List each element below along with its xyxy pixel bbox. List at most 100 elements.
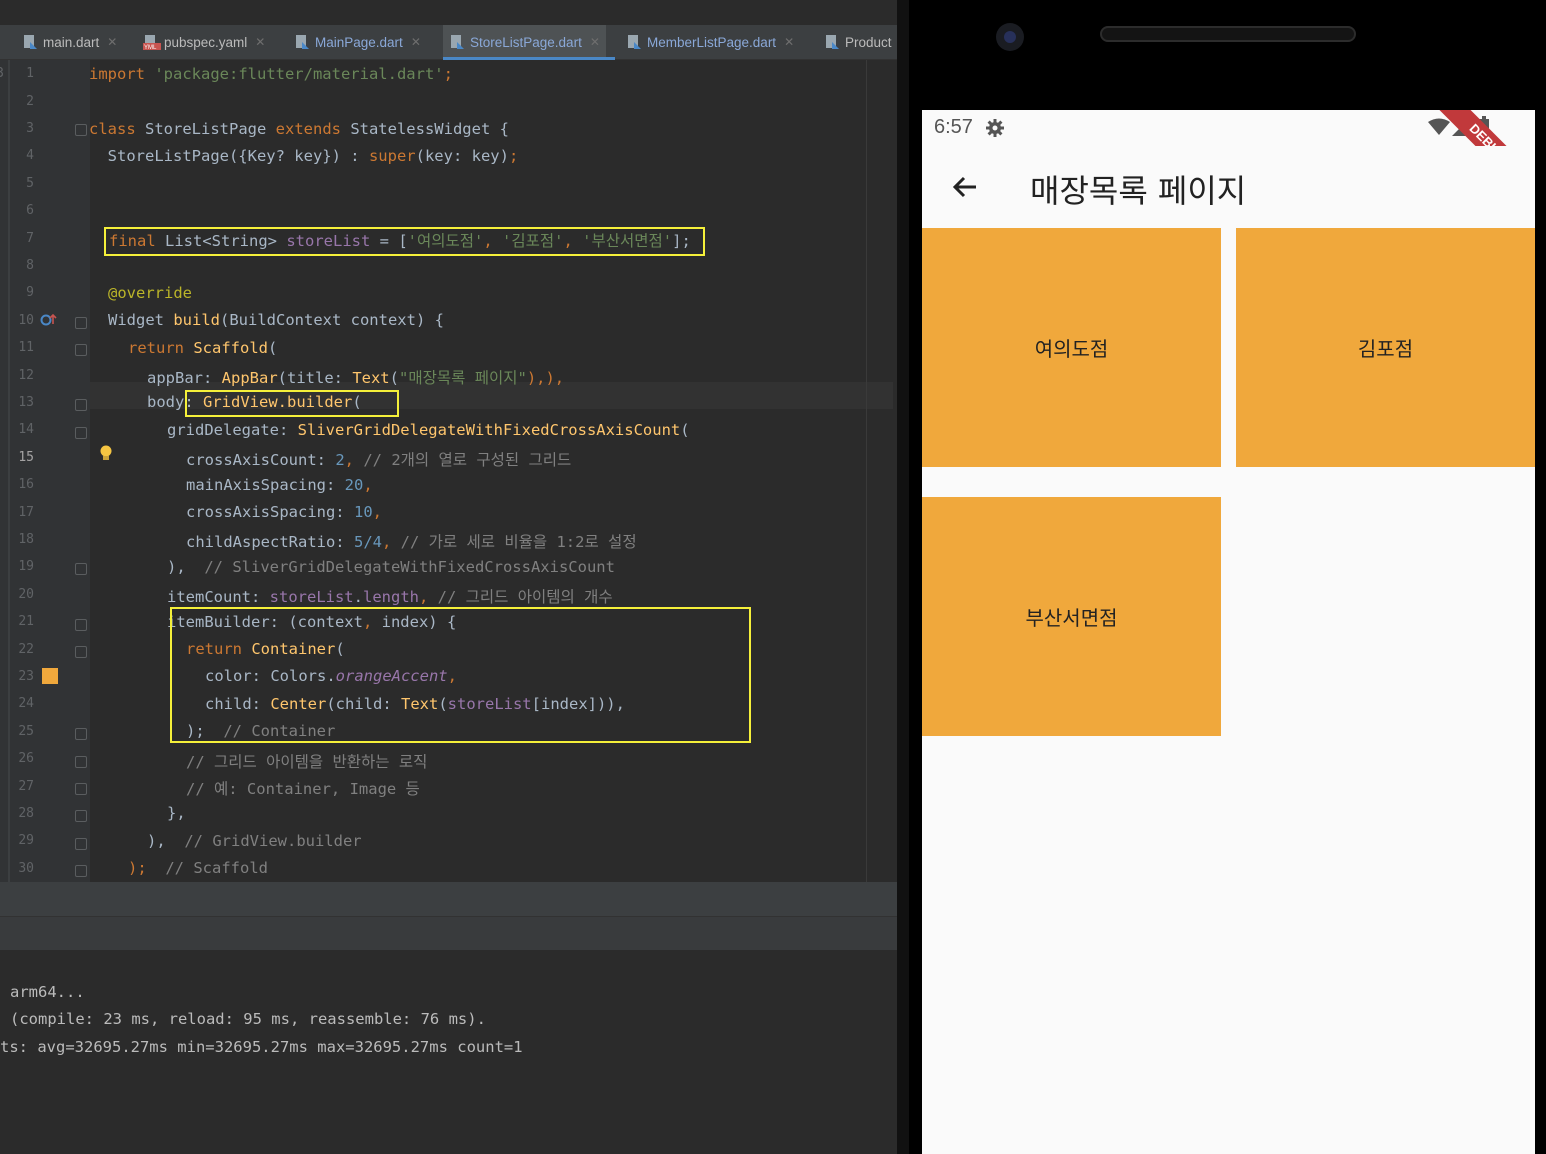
fold-marker-icon[interactable] xyxy=(75,728,87,740)
tab-label: pubspec.yaml xyxy=(164,34,248,50)
console-line: (compile: 23 ms, reload: 95 ms, reassemb… xyxy=(10,1010,486,1028)
code-line-3: class StoreListPage extends StatelessWid… xyxy=(89,120,509,138)
code-token: // Scaffold xyxy=(146,859,268,877)
fold-marker-icon[interactable] xyxy=(75,399,87,411)
line-number: 11 xyxy=(18,340,34,355)
code-line-11: return Scaffold( xyxy=(128,339,277,357)
ide-window: main.dart ✕ YML pubspec.yaml ✕ MainPage.… xyxy=(0,0,897,1154)
code-line-15: crossAxisCount: 2, // 2개의 열로 구성된 그리드 xyxy=(186,448,571,470)
line-number: 30 xyxy=(18,861,34,876)
line-number: 5 xyxy=(26,176,34,191)
line-number: 14 xyxy=(18,422,34,437)
tab-mainpage-dart[interactable]: MainPage.dart ✕ xyxy=(294,25,421,59)
code-token: itemCount: xyxy=(167,588,270,606)
code-token: import xyxy=(89,65,145,83)
tab-label: MainPage.dart xyxy=(315,34,403,50)
grid-item[interactable]: 김포점 xyxy=(1236,228,1535,467)
grid-item-label: 부산서면점 xyxy=(1025,606,1118,630)
line-number: 6 xyxy=(26,203,34,218)
close-icon[interactable]: ✕ xyxy=(590,35,600,49)
code-line-4: StoreListPage({Key? key}) : super(key: k… xyxy=(89,147,519,165)
line-number: 26 xyxy=(18,751,34,766)
code-line-9: @override xyxy=(108,284,192,302)
fold-marker-icon[interactable] xyxy=(75,783,87,795)
close-icon[interactable]: ✕ xyxy=(255,35,265,49)
code-line-10: Widget build(BuildContext context) { xyxy=(108,311,444,329)
fold-marker-icon[interactable] xyxy=(75,344,87,356)
grid-item-label: 김포점 xyxy=(1357,337,1414,361)
code-token: super xyxy=(368,147,416,165)
fold-marker-icon[interactable] xyxy=(75,810,87,822)
tab-memberlistpage-dart[interactable]: MemberListPage.dart ✕ xyxy=(626,25,794,59)
code-token: ( xyxy=(389,369,399,387)
status-bar: 6:57 xyxy=(922,110,1535,146)
fold-marker-icon[interactable] xyxy=(75,646,87,658)
code-token: // GridView.builder xyxy=(165,832,362,850)
highlight-box-itembuilder xyxy=(170,607,751,743)
fold-marker-icon[interactable] xyxy=(75,619,87,631)
fold-marker-icon[interactable] xyxy=(75,756,87,768)
code-line-18: childAspectRatio: 5/4, // 가로 세로 비율을 1:2로… xyxy=(186,530,637,552)
code-line-14: gridDelegate: SliverGridDelegateWithFixe… xyxy=(167,421,690,439)
dart-file-icon xyxy=(626,34,642,50)
tab-label: Product xyxy=(845,34,892,50)
code-line-26: // 그리드 아이템을 반환하는 로직 xyxy=(186,753,428,771)
tab-storelistpage-dart[interactable]: StoreListPage.dart ✕ xyxy=(443,25,606,59)
code-token: (title: xyxy=(277,369,353,387)
code-token: // SliverGridDelegateWithFixedCrossAxisC… xyxy=(185,558,615,576)
code-token: childAspectRatio: xyxy=(186,533,354,551)
code-token: // 그리드 아이템의 개수 xyxy=(437,588,613,606)
close-icon[interactable]: ✕ xyxy=(411,35,421,49)
grid-item[interactable]: 여의도점 xyxy=(922,228,1221,467)
phone-screen: 6:57 DEBUG 매장목록 페이지 여의도점 김포점 부산서면점 xyxy=(922,110,1535,1154)
code-line-27: // 예: Container, Image 등 xyxy=(186,780,420,798)
code-line-28: }, xyxy=(167,804,186,822)
code-token: 10 xyxy=(353,503,373,521)
fold-marker-icon[interactable] xyxy=(75,124,87,136)
tab-product[interactable]: Product xyxy=(824,25,892,59)
lightbulb-icon[interactable] xyxy=(98,444,114,468)
grid-item[interactable]: 부산서면점 xyxy=(922,497,1221,736)
app-bar: 매장목록 페이지 xyxy=(922,146,1535,228)
fold-marker-icon[interactable] xyxy=(75,427,87,439)
code-token: Scaffold xyxy=(184,339,268,357)
code-token: StoreListPage({Key? key}) : xyxy=(89,147,369,165)
color-swatch-icon[interactable] xyxy=(42,668,58,684)
line-number: 20 xyxy=(18,587,34,602)
editor-tab-bar: main.dart ✕ YML pubspec.yaml ✕ MainPage.… xyxy=(0,25,897,60)
tab-pubspec-yaml[interactable]: YML pubspec.yaml ✕ xyxy=(143,25,265,59)
fold-marker-icon[interactable] xyxy=(75,838,87,850)
code-token: , xyxy=(419,588,438,606)
tab-main-dart[interactable]: main.dart ✕ xyxy=(22,25,117,59)
earpiece-speaker xyxy=(1100,26,1356,42)
code-line-19: ), // SliverGridDelegateWithFixedCrossAx… xyxy=(167,558,615,576)
tab-label: StoreListPage.dart xyxy=(470,34,582,50)
line-number: 13 xyxy=(18,395,34,410)
code-token: storeList xyxy=(269,588,354,606)
yaml-file-icon: YML xyxy=(143,34,161,50)
run-console[interactable]: arm64... (compile: 23 ms, reload: 95 ms,… xyxy=(0,950,897,1154)
window-splitter[interactable] xyxy=(897,0,909,1154)
console-line: ts: avg=32695.27ms min=32695.27ms max=32… xyxy=(0,1038,523,1056)
line-number: 29 xyxy=(18,833,34,848)
code-token: , xyxy=(372,503,382,521)
code-line-1: import 'package:flutter/material.dart'; xyxy=(89,65,453,83)
code-line-12: appBar: AppBar(title: Text("매장목록 페이지"),)… xyxy=(147,366,564,388)
code-editor[interactable]: 3 1 2 3 4 5 6 7 8 9 10 11 12 13 14 15 16… xyxy=(0,60,897,882)
line-number: 17 xyxy=(18,505,34,520)
code-line-16: mainAxisSpacing: 20, xyxy=(186,476,373,494)
line-number: 25 xyxy=(18,724,34,739)
code-token: , xyxy=(344,451,364,469)
code-token: , xyxy=(363,476,373,494)
wifi-icon xyxy=(1428,118,1450,140)
fold-marker-icon[interactable] xyxy=(75,865,87,877)
fold-marker-icon[interactable] xyxy=(75,563,87,575)
close-icon[interactable]: ✕ xyxy=(107,35,117,49)
fold-marker-icon[interactable] xyxy=(75,317,87,329)
line-number: 9 xyxy=(26,285,34,300)
override-gutter-icon[interactable] xyxy=(40,312,58,332)
code-token: length xyxy=(363,588,419,606)
back-arrow-icon[interactable] xyxy=(950,172,980,202)
close-icon[interactable]: ✕ xyxy=(784,35,794,49)
line-number: 27 xyxy=(18,779,34,794)
